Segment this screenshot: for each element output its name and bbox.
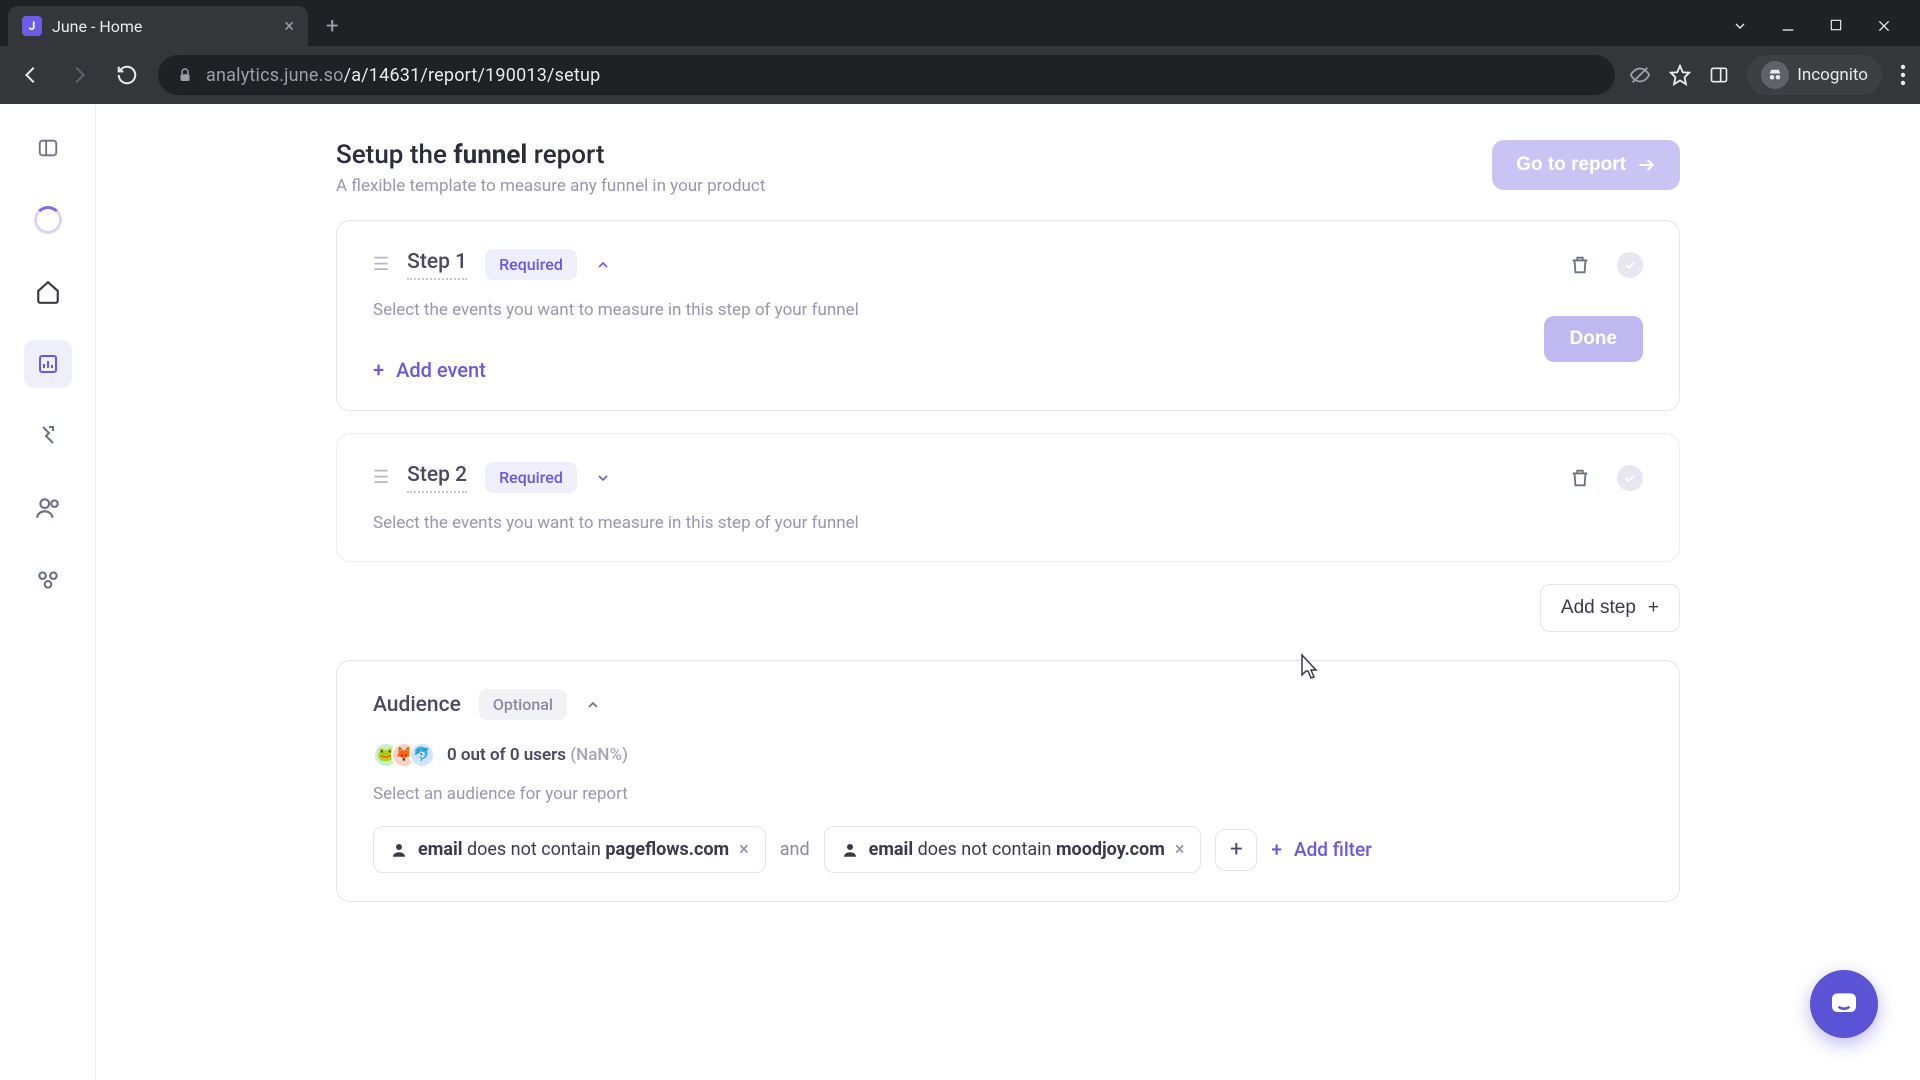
maximize-icon[interactable] — [1826, 18, 1846, 34]
close-tab-icon[interactable]: × — [284, 16, 294, 37]
page-title: Setup the funnel report — [336, 140, 765, 170]
sidebar-item-users[interactable] — [24, 484, 72, 532]
go-to-report-button[interactable]: Go to report — [1492, 140, 1680, 190]
delete-step-button[interactable] — [1565, 463, 1595, 493]
sidebar — [0, 104, 96, 1080]
status-incomplete-icon — [1617, 252, 1643, 278]
filter-chip[interactable]: email does not contain moodjoy.com × — [824, 826, 1202, 873]
incognito-badge[interactable]: Incognito — [1747, 55, 1882, 95]
url-bar[interactable]: analytics.june.so/a/14631/report/190013/… — [158, 55, 1615, 95]
chevron-down-icon[interactable] — [1730, 18, 1750, 34]
plus-icon: + — [1648, 597, 1659, 619]
url-text: analytics.june.so/a/14631/report/190013/… — [206, 65, 600, 86]
required-badge: Required — [485, 462, 577, 493]
add-event-button[interactable]: + Add event — [373, 358, 486, 382]
reload-button[interactable] — [110, 58, 144, 92]
step-description: Select the events you want to measure in… — [373, 300, 1643, 320]
eye-off-icon[interactable] — [1629, 64, 1651, 86]
back-button[interactable] — [14, 58, 48, 92]
avatar-stack: 🐸 🦊 🐬 — [373, 742, 435, 768]
minimize-icon[interactable] — [1778, 18, 1798, 34]
sidebar-loading — [24, 196, 72, 244]
drag-handle-icon[interactable]: ☰ — [373, 467, 389, 488]
sidebar-item-reports[interactable] — [24, 340, 72, 388]
toolbar-right: Incognito — [1629, 55, 1906, 95]
browser-toolbar: analytics.june.so/a/14631/report/190013/… — [0, 46, 1920, 104]
status-incomplete-icon — [1617, 465, 1643, 491]
page-subtitle: A flexible template to measure any funne… — [336, 176, 765, 196]
step-title[interactable]: Step 2 — [407, 463, 467, 493]
remove-filter-icon[interactable]: × — [1175, 839, 1185, 860]
user-icon — [841, 841, 859, 859]
sidebar-item-events[interactable] — [24, 412, 72, 460]
drag-handle-icon[interactable]: ☰ — [373, 254, 389, 275]
audience-subtitle: Select an audience for your report — [373, 784, 1643, 804]
chat-icon — [1828, 988, 1860, 1020]
required-badge: Required — [485, 249, 577, 280]
kebab-menu-icon[interactable] — [1900, 64, 1906, 86]
user-icon — [390, 841, 408, 859]
tab-title: June - Home — [52, 17, 274, 36]
page-header: Setup the funnel report A flexible templ… — [336, 140, 1680, 196]
audience-count: 0 out of 0 users (NaN%) — [447, 745, 628, 765]
sidebar-item-home[interactable] — [24, 268, 72, 316]
incognito-icon — [1761, 61, 1789, 89]
sidebar-collapse-button[interactable] — [24, 124, 72, 172]
filter-conjunction: and — [780, 839, 810, 860]
step-title[interactable]: Step 1 — [407, 250, 467, 280]
remove-filter-icon[interactable]: × — [739, 839, 749, 860]
panel-icon[interactable] — [1709, 65, 1729, 85]
audience-card: Audience Optional 🐸 🦊 🐬 0 out of 0 users… — [336, 660, 1680, 902]
plus-icon: + — [373, 358, 384, 382]
browser-chrome: J June - Home × + — [0, 0, 1920, 104]
window-controls — [1730, 18, 1912, 34]
chevron-up-icon[interactable] — [585, 697, 601, 713]
chevron-up-icon[interactable] — [595, 257, 611, 273]
main: Setup the funnel report A flexible templ… — [96, 104, 1920, 1080]
chevron-down-icon[interactable] — [595, 470, 611, 486]
tab-bar: J June - Home × + — [0, 0, 1920, 46]
add-step-button[interactable]: Add step + — [1540, 584, 1680, 632]
step-description: Select the events you want to measure in… — [373, 513, 1643, 533]
browser-tab[interactable]: J June - Home × — [8, 6, 308, 46]
close-window-icon[interactable] — [1874, 18, 1894, 34]
spinner-icon — [34, 206, 62, 234]
delete-step-button[interactable] — [1565, 250, 1595, 280]
lock-icon — [176, 66, 194, 84]
step-card-1: ☰ Step 1 Required Select — [336, 220, 1680, 411]
incognito-label: Incognito — [1797, 65, 1868, 85]
audience-title: Audience — [373, 693, 461, 717]
new-tab-button[interactable]: + — [316, 14, 348, 39]
forward-button[interactable] — [62, 58, 96, 92]
plus-icon: + — [1271, 838, 1282, 861]
step-card-2[interactable]: ☰ Step 2 Required Select — [336, 433, 1680, 562]
filter-row: email does not contain pageflows.com × a… — [373, 826, 1643, 873]
done-button[interactable]: Done — [1544, 316, 1644, 362]
optional-badge: Optional — [479, 689, 567, 720]
add-filter-button[interactable]: + Add filter — [1271, 838, 1371, 861]
sidebar-item-groups[interactable] — [24, 556, 72, 604]
star-icon[interactable] — [1669, 64, 1691, 86]
add-condition-button[interactable]: + — [1215, 829, 1257, 871]
arrow-right-icon — [1636, 155, 1656, 175]
intercom-fab[interactable] — [1810, 970, 1878, 1038]
app: Setup the funnel report A flexible templ… — [0, 104, 1920, 1080]
avatar-icon: 🐬 — [409, 742, 435, 768]
filter-chip[interactable]: email does not contain pageflows.com × — [373, 826, 766, 873]
favicon-icon: J — [22, 16, 42, 36]
